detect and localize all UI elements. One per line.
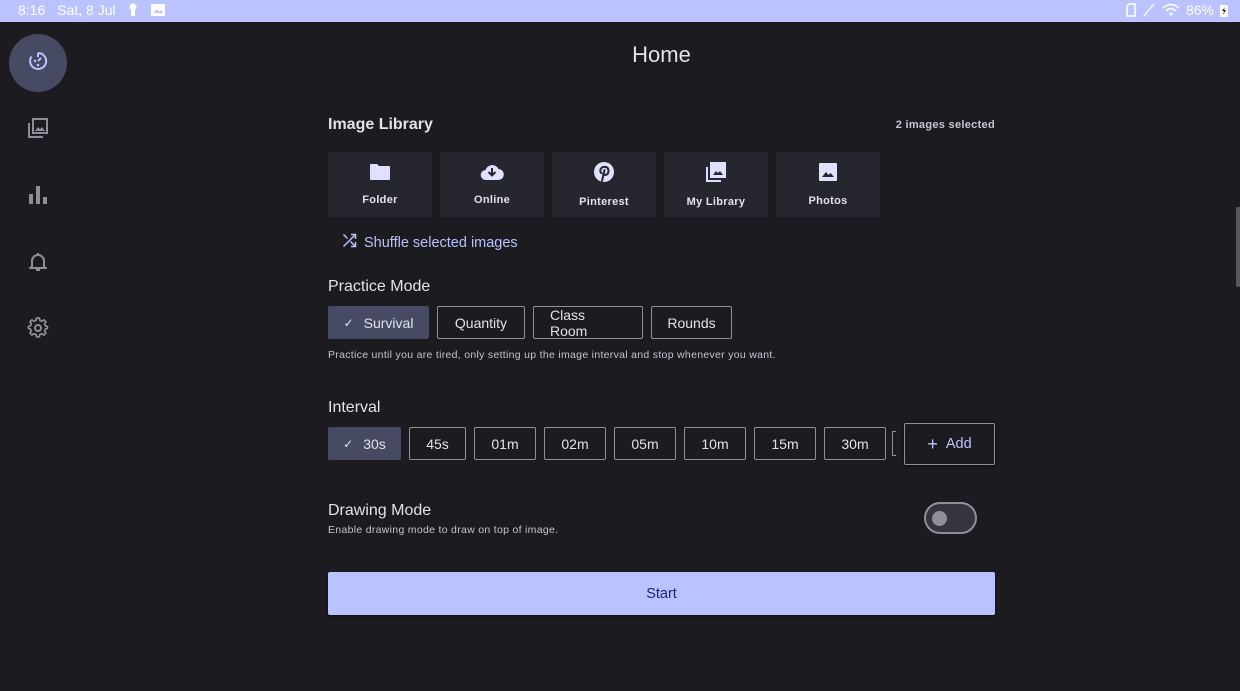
interval-chip-01m[interactable]: 01m — [474, 427, 536, 460]
interval-chip-10m[interactable]: 10m — [684, 427, 746, 460]
status-bar: 8:16 Sat, 8 Jul 86% — [0, 0, 1240, 22]
image-icon — [818, 162, 838, 187]
nav-item-library[interactable] — [9, 101, 67, 159]
interval-chip-45s[interactable]: 45s — [409, 427, 466, 460]
screenshot-notification-icon — [150, 3, 166, 17]
shuffle-images-button[interactable]: Shuffle selected images — [342, 233, 518, 252]
chip-label: 30s — [363, 435, 386, 452]
chip-label: 45s — [426, 435, 449, 452]
battery-charging-icon — [1220, 4, 1228, 17]
sim-icon — [1126, 3, 1136, 17]
image-source-list: Folder Online Pinterest My Library Photo… — [328, 152, 880, 217]
plus-icon: + — [927, 434, 938, 454]
nav-item-settings[interactable] — [9, 301, 67, 359]
source-label: My Library — [686, 196, 746, 208]
start-button[interactable]: Start — [328, 572, 995, 615]
chip-label: 02m — [561, 435, 589, 452]
interval-chip-30s[interactable]: ✓ 30s — [328, 427, 401, 460]
no-signal-icon — [1142, 3, 1156, 17]
interval-chip-overflow[interactable] — [892, 431, 896, 456]
source-my-library-button[interactable]: My Library — [664, 152, 768, 217]
selected-count: 2 images selected — [895, 119, 995, 131]
photo-library-icon — [705, 161, 727, 188]
shuffle-label: Shuffle selected images — [364, 234, 518, 251]
chip-label: Survival — [363, 314, 414, 331]
source-pinterest-button[interactable]: Pinterest — [552, 152, 656, 217]
drawing-mode-description: Enable drawing mode to draw on top of im… — [328, 524, 559, 536]
scrollbar[interactable] — [1236, 207, 1240, 287]
battery-level: 86% — [1185, 2, 1214, 18]
chip-label: 30m — [841, 435, 869, 452]
check-icon: ✓ — [343, 315, 354, 330]
bar-chart-icon — [27, 184, 49, 211]
keyhole-notification-icon — [128, 3, 138, 17]
clock: 8:16 — [18, 2, 46, 18]
mode-chip-rounds[interactable]: Rounds — [651, 306, 732, 339]
wifi-icon — [1162, 3, 1180, 17]
chip-label: Class Room — [550, 306, 588, 339]
interval-chips[interactable]: ✓ 30s 45s 01m 02m 05m 10m 15m 30m — [328, 427, 886, 460]
chip-label: Rounds — [667, 314, 716, 331]
page-title: Home — [632, 42, 691, 67]
interval-chip-05m[interactable]: 05m — [614, 427, 676, 460]
mode-chip-quantity[interactable]: Quantity — [437, 306, 525, 339]
shuffle-icon — [342, 233, 357, 252]
gear-icon — [27, 316, 49, 344]
source-online-button[interactable]: Online — [440, 152, 544, 217]
source-label: Online — [473, 194, 511, 206]
source-folder-button[interactable]: Folder — [328, 152, 432, 217]
nav-item-stats[interactable] — [9, 168, 67, 226]
interval-heading: Interval — [328, 399, 381, 416]
navigation-rail — [0, 22, 76, 691]
photo-library-icon — [27, 117, 49, 144]
bell-icon — [27, 251, 49, 278]
interval-chip-15m[interactable]: 15m — [754, 427, 816, 460]
check-icon: ✓ — [343, 436, 354, 451]
date: Sat, 8 Jul — [57, 2, 116, 18]
interval-chip-02m[interactable]: 02m — [544, 427, 606, 460]
nav-item-notifications[interactable] — [9, 235, 67, 293]
source-label: Pinterest — [579, 196, 629, 208]
practice-mode-chips: ✓ Survival Quantity Class Room Rounds — [328, 306, 732, 339]
chip-label: Quantity — [454, 314, 508, 331]
folder-icon — [369, 163, 391, 186]
practice-mode-description: Practice until you are tired, only setti… — [328, 349, 776, 361]
chip-label: 15m — [771, 435, 799, 452]
chip-label: 01m — [491, 435, 519, 452]
practice-mode-heading: Practice Mode — [328, 278, 431, 295]
mode-chip-class-room[interactable]: Class Room — [533, 306, 643, 339]
source-photos-button[interactable]: Photos — [776, 152, 880, 217]
image-library-header: Image Library 2 images selected — [328, 116, 995, 134]
cloud-download-icon — [480, 163, 504, 186]
add-interval-button[interactable]: + Add — [904, 423, 995, 465]
interval-row: ✓ 30s 45s 01m 02m 05m 10m 15m 30m + Add — [328, 423, 995, 465]
drawing-mode-heading: Drawing Mode — [328, 502, 432, 519]
toggle-knob — [932, 511, 947, 526]
chip-label: 10m — [701, 435, 729, 452]
source-label: Photos — [808, 195, 848, 207]
add-label: Add — [945, 436, 972, 452]
source-label: Folder — [362, 194, 398, 206]
interval-chip-30m[interactable]: 30m — [824, 427, 886, 460]
drawing-mode-toggle[interactable] — [924, 502, 977, 534]
chip-label: 05m — [631, 435, 659, 452]
start-label: Start — [646, 585, 677, 602]
image-library-heading: Image Library — [328, 116, 433, 133]
pinterest-icon — [593, 161, 615, 188]
mode-chip-survival[interactable]: ✓ Survival — [328, 306, 429, 339]
